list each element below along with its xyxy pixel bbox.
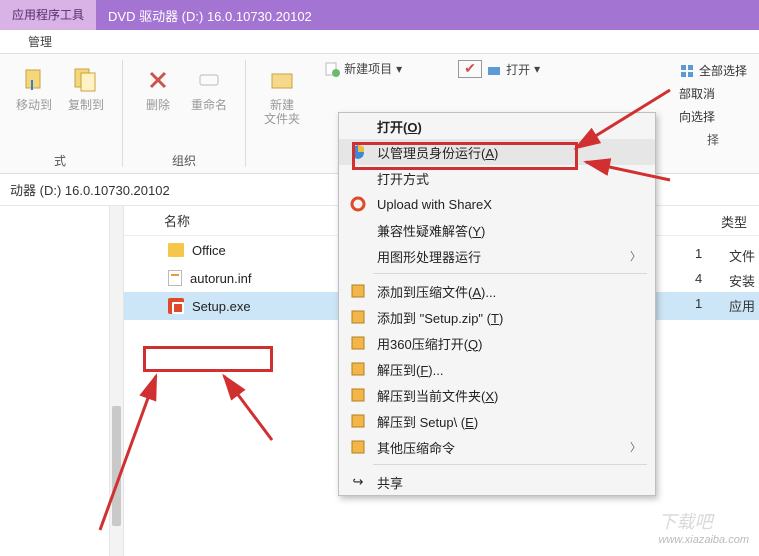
open-icon: [486, 61, 502, 77]
column-type[interactable]: 类型: [721, 212, 747, 231]
column-name[interactable]: 名称: [124, 211, 324, 230]
deselect-button[interactable]: 部取消: [675, 83, 751, 104]
new-item-icon: [324, 61, 340, 77]
invert-selection-button[interactable]: 向选择: [675, 106, 751, 127]
ctx-other-zip[interactable]: 其他压缩命令〉: [339, 434, 655, 460]
archive-icon: [349, 386, 367, 404]
new-folder-button[interactable]: 新建 文件夹: [258, 60, 306, 131]
separator: [373, 273, 647, 274]
archive-icon: [349, 282, 367, 300]
ctx-add-zip[interactable]: 添加到 "Setup.zip" (T): [339, 304, 655, 330]
shield-icon: [349, 143, 367, 161]
open-dropdown[interactable]: 打开 ▾: [450, 54, 548, 78]
new-item-dropdown[interactable]: 新建项目 ▾: [316, 54, 410, 77]
delete-icon: [142, 64, 174, 96]
ctx-extract-to[interactable]: 解压到(F)...: [339, 356, 655, 382]
window-title: DVD 驱动器 (D:) 16.0.10730.20102: [96, 0, 759, 30]
scrollbar[interactable]: [110, 206, 124, 556]
ribbon-separator: [122, 60, 123, 167]
share-icon: ↪: [349, 473, 367, 491]
ctx-open-with[interactable]: 打开方式: [339, 165, 655, 191]
select-all-button[interactable]: 全部选择: [675, 60, 751, 81]
archive-icon: [349, 360, 367, 378]
ctx-upload-sharex[interactable]: Upload with ShareX: [339, 191, 655, 217]
inf-file-icon: [168, 270, 182, 286]
ribbon-separator: [245, 60, 246, 167]
contextual-tab[interactable]: 应用程序工具: [0, 0, 96, 30]
ctx-open[interactable]: 打开(O): [339, 113, 655, 139]
ctx-run-as-admin[interactable]: 以管理员身份运行(A): [339, 139, 655, 165]
ctx-run-gfx[interactable]: 用图形处理器运行〉: [339, 243, 655, 269]
file-name: Setup.exe: [192, 299, 251, 314]
sharex-icon: [349, 195, 367, 213]
chevron-right-icon: 〉: [630, 439, 641, 455]
group-label-left: 式: [54, 150, 66, 171]
tree-pane[interactable]: [0, 206, 110, 556]
archive-icon: [349, 334, 367, 352]
watermark: 下载吧 www.xiazaiba.com: [659, 508, 749, 546]
group-label-organize: 组织: [172, 150, 196, 171]
move-to-icon: [18, 64, 50, 96]
scroll-thumb[interactable]: [112, 406, 121, 526]
select-all-icon: [679, 63, 695, 79]
check-icon: [458, 60, 482, 78]
chevron-right-icon: 〉: [630, 248, 641, 264]
new-folder-icon: [266, 64, 298, 96]
separator: [373, 464, 647, 465]
ctx-extract-here[interactable]: 解压到当前文件夹(X): [339, 382, 655, 408]
file-name: Office: [192, 243, 226, 258]
file-name: autorun.inf: [190, 271, 251, 286]
ctx-extract-folder[interactable]: 解压到 Setup\ (E): [339, 408, 655, 434]
select-group-label: 择: [675, 129, 751, 150]
ctx-add-archive[interactable]: 添加到压缩文件(A)...: [339, 278, 655, 304]
copy-to-button[interactable]: 复制到: [62, 60, 110, 116]
archive-icon: [349, 308, 367, 326]
archive-icon: [349, 438, 367, 456]
ctx-compat-trouble[interactable]: 兼容性疑难解答(Y): [339, 217, 655, 243]
ctx-open-360[interactable]: 用360压缩打开(Q): [339, 330, 655, 356]
copy-to-icon: [70, 64, 102, 96]
context-menu: 打开(O) 以管理员身份运行(A) 打开方式 Upload with Share…: [338, 112, 656, 496]
ctx-share[interactable]: ↪共享: [339, 469, 655, 495]
move-to-button[interactable]: 移动到: [10, 60, 58, 116]
title-bar: 应用程序工具 DVD 驱动器 (D:) 16.0.10730.20102: [0, 0, 759, 30]
rename-button[interactable]: 重命名: [185, 60, 233, 116]
delete-button[interactable]: 删除: [135, 60, 181, 116]
rename-icon: [193, 64, 225, 96]
archive-icon: [349, 412, 367, 430]
exe-file-icon: [168, 298, 184, 314]
folder-icon: [168, 243, 184, 257]
ribbon-tab-manage[interactable]: 管理: [0, 30, 759, 54]
